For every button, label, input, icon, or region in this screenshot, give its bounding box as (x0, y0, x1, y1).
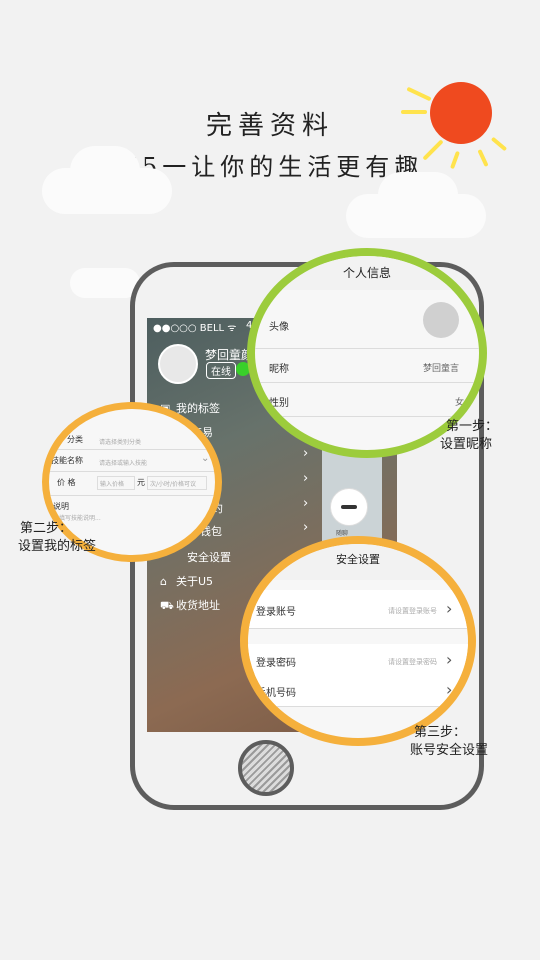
menu-item-address[interactable]: ⛟ 收货地址 (160, 597, 220, 614)
chevron-right-icon: › (303, 496, 309, 511)
password-row[interactable]: 登录密码 请设置登录密码 › (248, 644, 468, 677)
avatar-label: 头像 (269, 322, 289, 333)
personal-info-header: 个人信息 (255, 256, 479, 290)
description-row[interactable]: 说明 请填写技能说明... (49, 495, 215, 535)
login-account-placeholder: 请设置登录账号 (388, 607, 437, 615)
skill-placeholder: 请选择或输入技能 (99, 460, 148, 467)
phone-label: 手机号码 (256, 688, 296, 699)
step1-desc: 设置昵称 (440, 437, 493, 452)
avatar-row[interactable]: 头像 (255, 296, 479, 349)
menu-item-security[interactable]: 安全设置 (187, 549, 231, 565)
home-button[interactable] (238, 740, 294, 796)
status-badge: 在线 (206, 362, 236, 379)
nickname-value: 梦回童言 (423, 364, 460, 374)
gender-value: 女 (455, 398, 465, 408)
chevron-right-icon: › (303, 446, 309, 461)
step1-label: 第一步： (446, 419, 499, 434)
nickname-row[interactable]: 昵称 梦回童言 (255, 350, 479, 383)
chevron-right-icon: › (303, 520, 309, 535)
login-account-row[interactable]: 登录账号 请设置登录账号 › (248, 590, 468, 629)
password-placeholder: 请设置登录密码 (388, 658, 437, 666)
status-bar: ●●○○○ BELL ᯤ (153, 323, 237, 334)
price-unit: 元 (137, 478, 145, 487)
username: 梦回童颜 (205, 348, 254, 362)
cloud-icon (70, 268, 140, 298)
sun-icon (430, 82, 492, 144)
skill-row[interactable]: 技能名称 请选择或输入技能 ⌄ (49, 449, 215, 472)
sun-ray (401, 110, 427, 114)
description-label: 说明 (53, 502, 69, 511)
security-magnifier: 安全设置 登录账号 请设置登录账号 › 登录密码 请设置登录密码 › 手机号码 … (240, 536, 476, 746)
chevron-right-icon: › (446, 650, 453, 669)
category-row[interactable]: 分类 请选择类别分类 (49, 429, 215, 450)
nickname-label: 昵称 (269, 364, 289, 375)
price-label: 价 格 (57, 478, 76, 487)
cart-icon: ⛟ (160, 599, 174, 612)
gender-row[interactable]: 性别 女 (255, 384, 479, 417)
sun-ray (406, 86, 432, 102)
price-row[interactable]: 价 格 输入价格 元 次/小时/价格可议 (49, 471, 215, 496)
cloud-icon (70, 146, 140, 196)
step3-desc: 账号安全设置 (410, 743, 489, 758)
gender-label: 性别 (269, 398, 289, 409)
phone-row[interactable]: 手机号码 › (248, 676, 468, 707)
home-icon: ⌂ (160, 575, 167, 588)
price-placeholder: 输入价格 (100, 481, 125, 488)
skill-label: 技能名称 (51, 456, 83, 465)
password-label: 登录密码 (256, 658, 296, 669)
cloud-icon (378, 172, 458, 218)
step2-label: 第二步： (20, 521, 73, 536)
category-placeholder: 请选择类别分类 (99, 439, 142, 446)
step2-desc: 设置我的标签 (18, 539, 97, 554)
login-account-label: 登录账号 (256, 607, 296, 618)
avatar[interactable] (158, 344, 198, 384)
robot-avatar (330, 488, 368, 526)
avatar-placeholder-icon (423, 302, 459, 338)
chevron-right-icon: › (446, 599, 453, 618)
chevron-right-icon: › (446, 680, 453, 699)
step3-label: 第三步： (414, 725, 467, 740)
category-label: 分类 (67, 435, 83, 444)
chevron-right-icon: › (303, 471, 309, 486)
chevron-down-icon: ⌄ (201, 453, 210, 464)
menu-item-about[interactable]: ⌂ 关于U5 (160, 573, 213, 589)
price-extra: 次/小时/价格可议 (150, 481, 197, 488)
security-header: 安全设置 (248, 544, 468, 580)
